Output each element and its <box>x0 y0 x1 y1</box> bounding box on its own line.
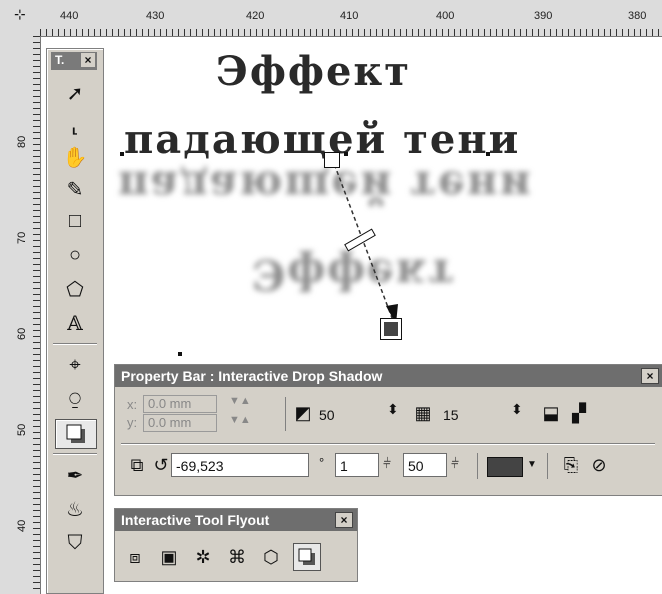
feather-field[interactable]: 15 <box>439 403 507 427</box>
fade-slider-icon[interactable]: ⫩ <box>451 455 459 472</box>
fade-field[interactable]: 50 <box>403 453 447 477</box>
blend-tool-icon[interactable]: ⧈ <box>123 545 147 569</box>
envelope-tool-icon[interactable]: ⌘ <box>225 545 249 569</box>
selection-node[interactable] <box>120 152 124 156</box>
ruler-label: 70 <box>16 231 28 244</box>
flyout-title: Interactive Tool Flyout <box>121 512 270 528</box>
text-line-1[interactable]: Эффект <box>216 48 411 95</box>
flyout-close-button[interactable]: × <box>335 512 353 528</box>
ruler-label: 40 <box>16 519 28 532</box>
stretch-slider-icon[interactable]: ⫩ <box>383 455 391 472</box>
selection-node[interactable] <box>178 352 182 356</box>
property-bar-titlebar[interactable]: Property Bar : Interactive Drop Shadow × <box>115 365 662 387</box>
feather-spin-icon[interactable]: ⬍ <box>511 401 523 418</box>
feather-icon: ▦ <box>414 402 432 423</box>
separator <box>547 453 548 479</box>
extrude-tool-icon[interactable]: ⬡ <box>259 545 283 569</box>
property-bar: Property Bar : Interactive Drop Shadow ×… <box>114 364 662 496</box>
shadow-direction-vector <box>331 157 398 324</box>
contour-tool-icon[interactable]: ▣ <box>157 545 181 569</box>
separator <box>121 443 655 445</box>
angle-icon: ↺ <box>153 454 169 475</box>
stretch-field[interactable]: 1 <box>335 453 379 477</box>
y-field[interactable]: 0.0 mm <box>143 414 217 432</box>
horizontal-ruler[interactable]: ⊹ 440 430 420 410 400 390 380 <box>0 0 662 37</box>
flyout-titlebar[interactable]: Interactive Tool Flyout × <box>115 509 357 531</box>
ruler-label: 390 <box>534 10 553 22</box>
color-dropdown-icon[interactable]: ▼ <box>527 459 537 470</box>
shadow-start-handle[interactable] <box>324 152 340 168</box>
feather-direction-icon[interactable]: ⬓ <box>539 401 563 425</box>
ruler-label: 400 <box>436 10 455 22</box>
property-bar-title: Property Bar : Interactive Drop Shadow <box>121 368 383 384</box>
x-spin-icon[interactable]: ▼▲ <box>229 395 251 407</box>
opacity-field[interactable]: 50 <box>315 403 383 427</box>
x-label: x: <box>127 397 138 412</box>
ruler-origin-icon[interactable]: ⊹ <box>14 6 26 23</box>
vertical-ruler[interactable]: 80 70 60 50 40 <box>0 36 41 594</box>
position-fields: x: 0.0 mm y: 0.0 mm ▼▲ ▼▲ <box>121 395 281 435</box>
ruler-ticks <box>40 29 662 36</box>
property-bar-close-button[interactable]: × <box>641 368 659 384</box>
ruler-ticks <box>33 36 40 594</box>
shadow-end-handle[interactable] <box>380 318 402 340</box>
opacity-spin-icon[interactable]: ⬍ <box>387 401 399 418</box>
ruler-label: 80 <box>16 135 28 148</box>
angle-field[interactable]: -69,523 <box>171 453 309 477</box>
feather-edges-icon[interactable]: ▞ <box>567 401 591 425</box>
opacity-icon: ◩ <box>294 402 312 423</box>
selection-node[interactable] <box>486 152 490 156</box>
ruler-label: 380 <box>628 10 647 22</box>
interactive-tool-flyout: Interactive Tool Flyout × ⧈ ▣ ✲ ⌘ ⬡ <box>114 508 358 582</box>
copy-shadow-icon[interactable]: ⎘ <box>559 453 583 477</box>
distortion-tool-icon[interactable]: ✲ <box>191 545 215 569</box>
shadow-color-swatch[interactable] <box>487 457 523 477</box>
ruler-label: 410 <box>340 10 359 22</box>
x-field[interactable]: 0.0 mm <box>143 395 217 413</box>
y-spin-icon[interactable]: ▼▲ <box>229 414 251 426</box>
preset-shadow-icon[interactable]: ⧉ <box>125 453 149 477</box>
ruler-label: 50 <box>16 423 28 436</box>
separator <box>477 453 478 479</box>
clear-shadow-icon[interactable]: ⊘ <box>587 453 611 477</box>
ruler-label: 420 <box>246 10 265 22</box>
ruler-label: 440 <box>60 10 79 22</box>
separator <box>285 397 286 431</box>
y-label: y: <box>127 415 138 430</box>
ruler-label: 430 <box>146 10 165 22</box>
ruler-label: 60 <box>16 327 28 340</box>
degree-label: ° <box>319 455 325 470</box>
drop-shadow-tool-icon[interactable] <box>293 543 321 571</box>
